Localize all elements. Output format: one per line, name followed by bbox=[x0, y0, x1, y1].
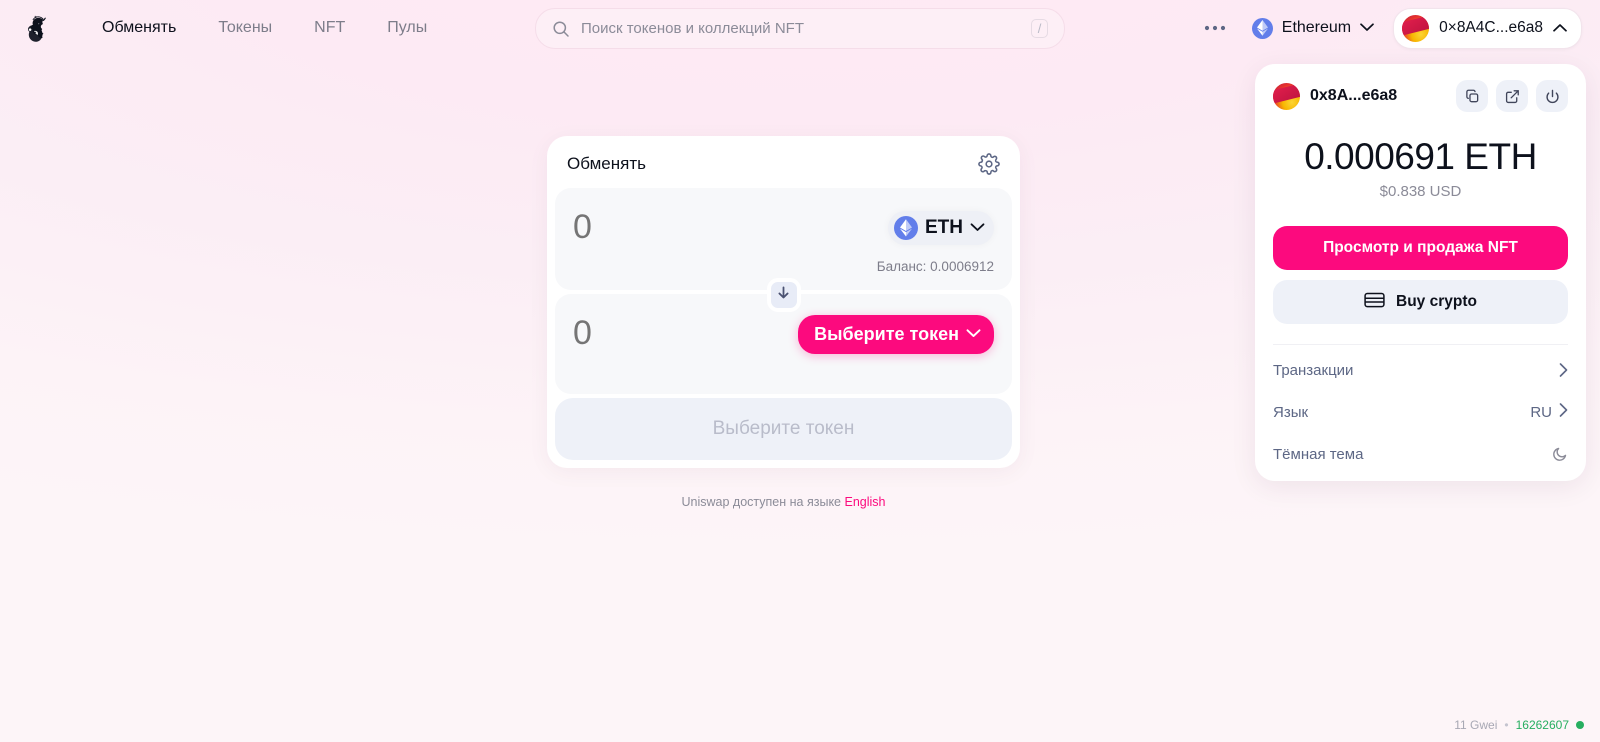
search-shortcut-hint: / bbox=[1031, 19, 1048, 38]
menu-item-transactions-label: Транзакции bbox=[1273, 361, 1354, 379]
nav-links: Обменять Токены NFT Пулы bbox=[88, 11, 441, 45]
chevron-down-icon bbox=[970, 219, 985, 237]
top-navigation-bar: Обменять Токены NFT Пулы Поиск токенов и… bbox=[0, 0, 1600, 56]
menu-item-language-value: RU bbox=[1530, 403, 1552, 421]
buy-crypto-button[interactable]: Buy crypto bbox=[1273, 280, 1568, 324]
nav-link-tokens[interactable]: Токены bbox=[204, 11, 286, 45]
language-note-link[interactable]: English bbox=[844, 495, 885, 509]
gear-icon[interactable] bbox=[978, 153, 1000, 175]
swap-card: Обменять ETH bbox=[547, 136, 1020, 468]
more-menu-button[interactable] bbox=[1197, 11, 1233, 45]
view-sell-nft-button[interactable]: Просмотр и продажа NFT bbox=[1273, 226, 1568, 270]
external-link-icon[interactable] bbox=[1496, 80, 1528, 112]
chevron-up-icon bbox=[1553, 19, 1567, 37]
language-note: Uniswap доступен на языке English bbox=[547, 495, 1020, 509]
divider bbox=[1273, 344, 1568, 345]
chevron-right-icon bbox=[1559, 403, 1568, 421]
wallet-avatar bbox=[1402, 14, 1430, 42]
wallet-address-label: 0×8A4C...e6a8 bbox=[1439, 19, 1543, 36]
arrow-down-icon bbox=[776, 285, 791, 305]
chain-name: Ethereum bbox=[1281, 19, 1352, 36]
network-status: 11 Gwei • 16262607 bbox=[1454, 718, 1584, 732]
swap-input-token-selector[interactable]: ETH bbox=[888, 211, 994, 245]
page-title: Обменять bbox=[567, 154, 646, 173]
chevron-right-icon bbox=[1559, 363, 1568, 377]
wallet-balance-usd: $0.838 USD bbox=[1379, 183, 1462, 200]
wallet-address-button[interactable]: 0×8A4C...e6a8 bbox=[1393, 7, 1582, 49]
power-icon[interactable] bbox=[1536, 80, 1568, 112]
credit-card-icon bbox=[1364, 292, 1385, 313]
nav-right-group: Ethereum 0×8A4C...e6a8 bbox=[1197, 7, 1586, 49]
uniswap-unicorn-logo[interactable] bbox=[14, 4, 62, 52]
wallet-balance: 0.000691 ETH bbox=[1304, 136, 1537, 177]
menu-item-dark-theme-label: Тёмная тема bbox=[1273, 445, 1364, 463]
swap-action-button[interactable]: Выберите токен bbox=[555, 398, 1012, 460]
search-container: Поиск токенов и коллекций NFT / bbox=[535, 8, 1065, 49]
wallet-panel: 0x8A...e6a8 0.000691 ETH $0.838 USD Прос… bbox=[1255, 64, 1586, 481]
nav-link-swap[interactable]: Обменять bbox=[88, 11, 190, 45]
green-dot-icon bbox=[1576, 721, 1584, 729]
status-separator: • bbox=[1504, 718, 1509, 732]
swap-input-row: ETH Баланс: 0.0006912 bbox=[555, 188, 1012, 312]
output-row-spacer bbox=[573, 356, 994, 378]
swap-input-token-symbol: ETH bbox=[925, 217, 963, 238]
swap-output-amount[interactable] bbox=[573, 315, 773, 353]
search-placeholder: Поиск токенов и коллекций NFT bbox=[581, 20, 804, 37]
wallet-avatar bbox=[1273, 82, 1300, 110]
block-number[interactable]: 16262607 bbox=[1516, 718, 1569, 732]
select-token-label: Выберите токен bbox=[814, 323, 959, 344]
menu-item-language-label: Язык bbox=[1273, 403, 1309, 421]
gas-price: 11 Gwei bbox=[1454, 718, 1498, 732]
menu-item-transactions[interactable]: Транзакции bbox=[1273, 349, 1568, 391]
language-note-text: Uniswap доступен на языке bbox=[681, 495, 845, 509]
moon-icon[interactable] bbox=[1552, 446, 1568, 462]
search-icon bbox=[552, 20, 570, 38]
menu-item-language[interactable]: Язык RU bbox=[1273, 391, 1568, 433]
swap-input-balance: Баланс: 0.0006912 bbox=[876, 259, 994, 274]
nav-link-pools[interactable]: Пулы bbox=[373, 11, 441, 45]
wallet-panel-actions bbox=[1456, 80, 1568, 112]
swap-output-token-selector[interactable]: Выберите токен bbox=[798, 314, 994, 354]
ethereum-icon bbox=[1251, 17, 1273, 39]
wallet-panel-header: 0x8A...e6a8 bbox=[1273, 80, 1568, 112]
chevron-down-icon bbox=[966, 325, 981, 343]
wallet-panel-address: 0x8A...e6a8 bbox=[1310, 87, 1398, 104]
swap-card-header: Обменять bbox=[555, 144, 1012, 188]
ethereum-icon bbox=[894, 216, 918, 240]
search-input[interactable]: Поиск токенов и коллекций NFT / bbox=[535, 8, 1065, 49]
nav-link-nft[interactable]: NFT bbox=[300, 11, 359, 45]
swap-direction-toggle[interactable] bbox=[766, 278, 801, 312]
buy-crypto-label: Buy crypto bbox=[1396, 293, 1477, 310]
copy-icon[interactable] bbox=[1456, 80, 1488, 112]
swap-input-amount[interactable] bbox=[573, 209, 773, 247]
menu-item-dark-theme[interactable]: Тёмная тема bbox=[1273, 433, 1568, 475]
chevron-down-icon bbox=[1360, 19, 1374, 37]
chain-selector[interactable]: Ethereum bbox=[1241, 10, 1385, 47]
